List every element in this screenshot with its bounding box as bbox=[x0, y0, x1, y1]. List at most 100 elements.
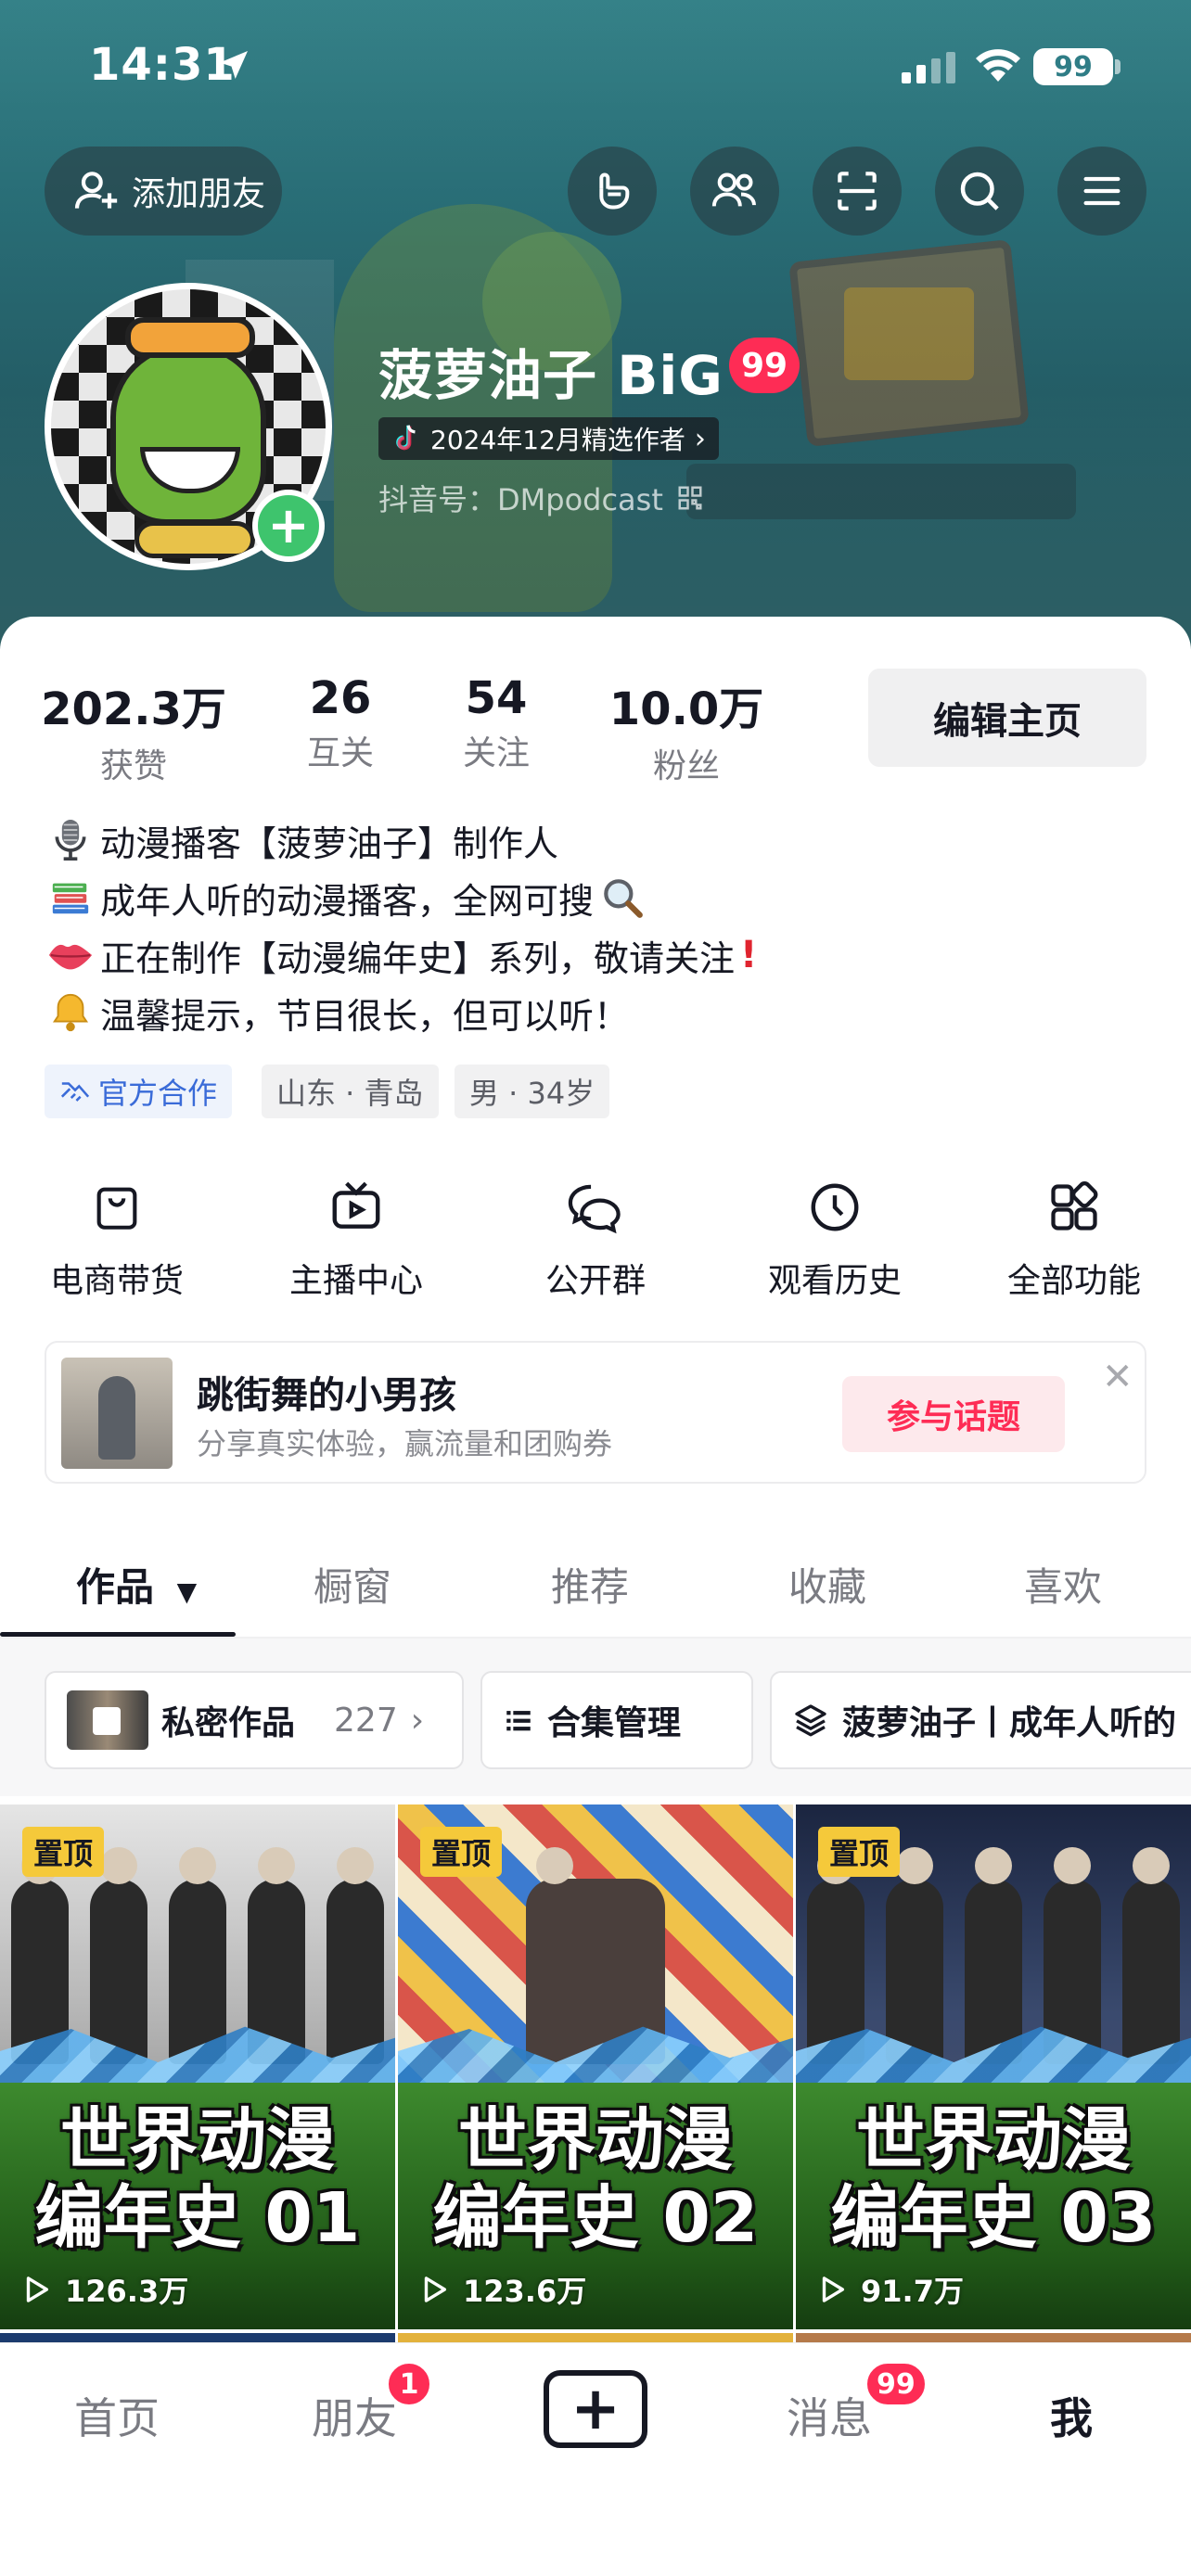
chip-label: 山东 · 青岛 bbox=[276, 1076, 424, 1111]
function-all[interactable]: 全部功能 bbox=[991, 1178, 1158, 1302]
video-title-line1: 世界动漫 bbox=[458, 2100, 733, 2180]
nav-messages[interactable]: 消息 bbox=[787, 2385, 872, 2446]
play-count: 91.7万 bbox=[816, 2268, 964, 2311]
scan-button[interactable] bbox=[813, 147, 902, 236]
chip-label: 官方合作 bbox=[98, 1076, 218, 1111]
tab-favorites[interactable]: 收藏 bbox=[788, 1556, 866, 1613]
collection-management-button[interactable]: 合集管理 bbox=[480, 1671, 753, 1769]
video-title-line1: 世界动漫 bbox=[856, 2100, 1131, 2180]
function-ecommerce[interactable]: 电商带货 bbox=[33, 1178, 200, 1302]
stat-following[interactable]: 54 关注 bbox=[445, 672, 547, 774]
play-count-text: 91.7万 bbox=[861, 2274, 964, 2309]
function-public-group[interactable]: 公开群 bbox=[512, 1178, 679, 1302]
function-label: 观看历史 bbox=[767, 1262, 902, 1300]
stat-followers-label: 粉丝 bbox=[652, 747, 720, 785]
search-icon bbox=[960, 172, 999, 210]
tab-label: 作品 bbox=[76, 1564, 155, 1610]
magnifier-emoji-icon bbox=[604, 879, 643, 918]
collection-management-label: 合集管理 bbox=[547, 1704, 682, 1742]
private-works-button[interactable]: 私密作品 227 › bbox=[45, 1671, 464, 1769]
chevron-right-icon: › bbox=[410, 1701, 425, 1740]
stat-likes[interactable]: 202.3万 获赞 bbox=[41, 672, 226, 787]
pinned-badge: 置顶 bbox=[818, 1827, 901, 1877]
chat-bubbles-icon bbox=[568, 1184, 621, 1234]
nav-me[interactable]: 我 bbox=[1050, 2385, 1093, 2446]
video-thumbnail[interactable]: 世界动漫 编年史 01 置顶 126.3万 bbox=[0, 1804, 395, 2329]
topic-thumbnail bbox=[61, 1358, 173, 1469]
avatar-add-icon[interactable]: + bbox=[252, 490, 325, 562]
lock-icon bbox=[93, 1707, 121, 1735]
series-collection-label: 菠萝油子丨成年人听的 bbox=[842, 1704, 1177, 1742]
video-thumbnail[interactable]: 世界动漫 编年史 03 置顶 91.7万 bbox=[796, 1804, 1191, 2329]
video-title-line2: 编年史 01 bbox=[34, 2178, 361, 2258]
two-people-icon bbox=[711, 172, 756, 207]
location-arrow-icon bbox=[220, 51, 248, 79]
bio-text: 动漫播客【菠萝油子】制作人 bbox=[100, 823, 559, 864]
tab-recommend[interactable]: 推荐 bbox=[551, 1556, 629, 1613]
private-works-label: 私密作品 bbox=[161, 1704, 296, 1742]
join-topic-button[interactable]: 参与话题 bbox=[842, 1376, 1065, 1452]
add-friend-button[interactable]: 添加朋友 bbox=[45, 147, 282, 236]
topic-banner[interactable]: 跳街舞的小男孩 分享真实体验，赢流量和团购券 参与话题 ✕ bbox=[45, 1341, 1146, 1484]
close-icon[interactable]: ✕ bbox=[1102, 1356, 1133, 1398]
create-button[interactable]: + bbox=[544, 2370, 647, 2448]
qr-code-icon bbox=[678, 486, 702, 510]
stat-following-label: 关注 bbox=[462, 734, 530, 772]
visitor-button[interactable] bbox=[568, 147, 657, 236]
topic-title: 跳街舞的小男孩 bbox=[197, 1374, 456, 1417]
stat-mutual[interactable]: 26 互关 bbox=[289, 672, 391, 774]
private-works-count: 227 bbox=[334, 1701, 398, 1740]
friends-badge: 1 bbox=[386, 2361, 432, 2407]
video-title-line2: 编年史 02 bbox=[432, 2178, 759, 2258]
battery-indicator: 99 bbox=[1033, 48, 1113, 85]
battery-nub bbox=[1115, 59, 1121, 74]
profile-nickname: 菠萝油子 BiG bbox=[378, 344, 724, 407]
featured-author-label: 2024年12月精选作者 bbox=[430, 425, 685, 455]
function-label: 电商带货 bbox=[49, 1262, 184, 1300]
douyin-id[interactable]: 抖音号：DMpodcast bbox=[378, 477, 704, 519]
tab-likes[interactable]: 喜欢 bbox=[1024, 1556, 1102, 1613]
books-icon bbox=[46, 874, 95, 922]
caret-down-icon: ▼ bbox=[176, 1576, 198, 1607]
private-thumbnail bbox=[67, 1690, 148, 1750]
play-count: 126.3万 bbox=[20, 2268, 188, 2311]
search-button[interactable] bbox=[935, 147, 1024, 236]
series-collection-button[interactable]: 菠萝油子丨成年人听的 bbox=[770, 1671, 1191, 1769]
gender-age-chip[interactable]: 男 · 34岁 bbox=[455, 1065, 610, 1118]
video-thumbnail[interactable]: 世界动漫 编年史 02 置顶 123.6万 bbox=[398, 1804, 793, 2329]
location-chip[interactable]: 山东 · 青岛 bbox=[262, 1065, 439, 1118]
lips-icon bbox=[46, 931, 95, 979]
pinned-badge: 置顶 bbox=[22, 1827, 105, 1877]
edit-profile-button[interactable]: 编辑主页 bbox=[868, 669, 1146, 767]
function-label: 主播中心 bbox=[288, 1262, 423, 1300]
hamburger-menu-icon bbox=[1083, 176, 1121, 206]
tiktok-logo-icon bbox=[396, 425, 416, 451]
stat-likes-label: 获赞 bbox=[99, 747, 167, 785]
bio-line: 温馨提示，节目很长，但可以听！ bbox=[46, 987, 629, 1039]
featured-author-tag[interactable]: 2024年12月精选作者 › bbox=[378, 417, 719, 460]
tab-works[interactable]: 作品 ▼ bbox=[76, 1556, 197, 1613]
douyin-id-text: 抖音号：DMpodcast bbox=[378, 482, 663, 517]
play-icon bbox=[26, 2276, 49, 2302]
nickname-badge[interactable]: 99 bbox=[729, 338, 800, 393]
shopping-bag-icon bbox=[96, 1187, 137, 1230]
layers-icon bbox=[795, 1704, 826, 1737]
nav-friends[interactable]: 朋友 bbox=[312, 2385, 397, 2446]
menu-button[interactable] bbox=[1057, 147, 1146, 236]
video-title-line1: 世界动漫 bbox=[60, 2100, 335, 2180]
friends-button[interactable] bbox=[690, 147, 779, 236]
add-friend-label: 添加朋友 bbox=[132, 175, 266, 213]
chip-label: 男 · 34岁 bbox=[469, 1076, 596, 1111]
video-title-line2: 编年史 03 bbox=[830, 2178, 1157, 2258]
function-watch-history[interactable]: 观看历史 bbox=[751, 1178, 918, 1302]
tv-icon bbox=[332, 1181, 380, 1229]
official-cooperation-chip[interactable]: 官方合作 bbox=[45, 1065, 233, 1118]
play-count-text: 123.6万 bbox=[463, 2274, 587, 2309]
nav-home[interactable]: 首页 bbox=[74, 2385, 160, 2446]
tab-showcase[interactable]: 橱窗 bbox=[314, 1556, 391, 1613]
function-streamer-center[interactable]: 主播中心 bbox=[273, 1178, 440, 1302]
status-time: 14:31 bbox=[89, 39, 236, 91]
stat-followers[interactable]: 10.0万 粉丝 bbox=[594, 672, 779, 787]
bio-text: 正在制作【动漫编年史】系列，敬请关注 bbox=[100, 937, 736, 979]
handshake-icon bbox=[60, 1082, 90, 1102]
